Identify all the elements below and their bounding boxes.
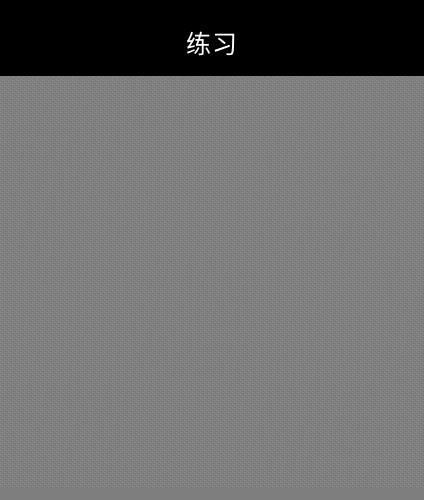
page-title: 练习 [185,29,238,59]
noise-stimulus-area [0,76,424,488]
bottom-gray-strip [0,488,424,500]
practice-header: 练习 [0,0,424,76]
